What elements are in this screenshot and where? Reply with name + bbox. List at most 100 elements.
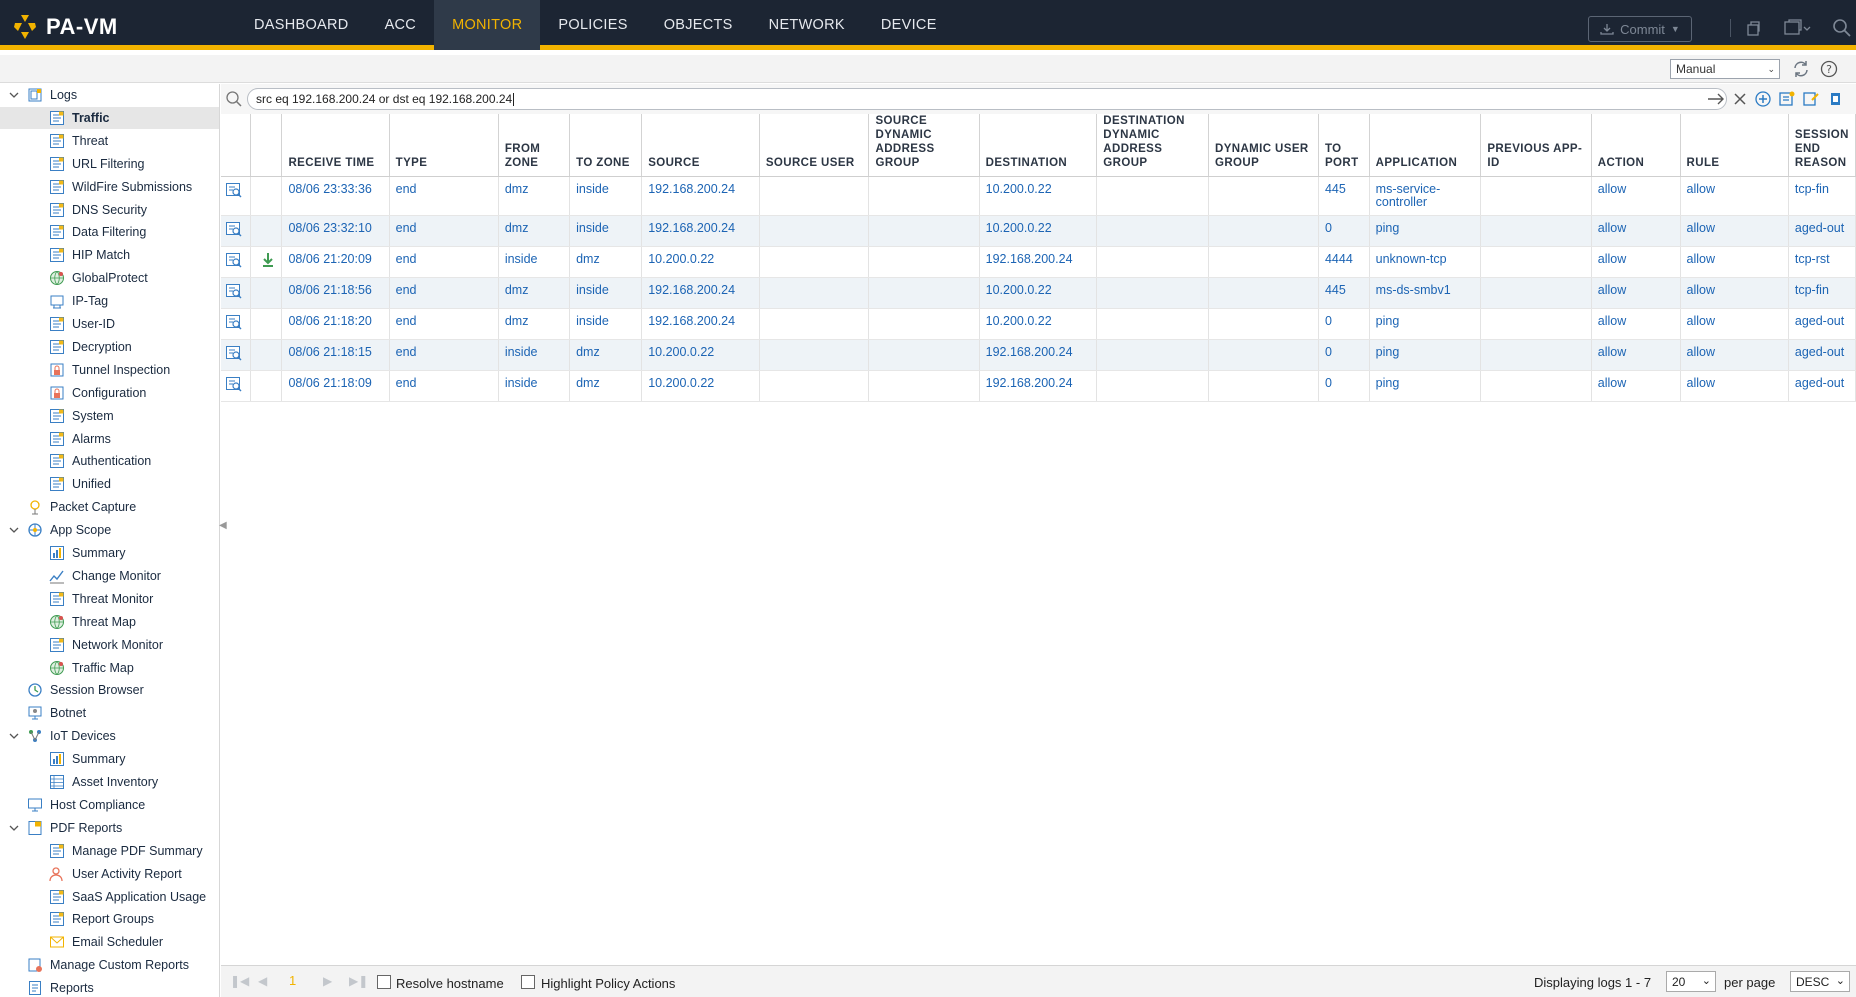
per-page-select[interactable]: 20 ⌄ xyxy=(1666,971,1716,992)
detail-cell[interactable] xyxy=(221,370,251,402)
table-cell[interactable]: 08/06 21:20:09 xyxy=(281,246,390,278)
apply-filter-icon[interactable] xyxy=(1707,90,1725,108)
sidebar-item-data-filtering[interactable]: Data Filtering xyxy=(0,221,219,243)
column-header[interactable]: TO ZONE xyxy=(569,114,643,177)
highlight-policy-checkbox[interactable] xyxy=(521,975,535,989)
table-cell[interactable]: dmz xyxy=(569,246,643,278)
table-cell[interactable]: end xyxy=(389,176,499,216)
detail-cell[interactable] xyxy=(221,176,251,216)
table-cell[interactable]: 10.200.0.22 xyxy=(979,176,1098,216)
table-cell[interactable]: 08/06 21:18:56 xyxy=(281,277,390,309)
sidebar-item-system[interactable]: System xyxy=(0,405,219,427)
table-cell[interactable]: ms-service-controller xyxy=(1369,176,1482,216)
table-cell[interactable]: 192.168.200.24 xyxy=(641,215,760,247)
table-cell[interactable]: allow xyxy=(1680,339,1789,371)
current-page[interactable]: 1 xyxy=(289,973,296,988)
table-cell[interactable]: allow xyxy=(1680,215,1789,247)
table-cell[interactable]: 192.168.200.24 xyxy=(979,246,1098,278)
table-cell[interactable]: dmz xyxy=(498,215,571,247)
load-filter-icon[interactable] xyxy=(1802,90,1820,108)
log-detail-icon[interactable] xyxy=(225,221,243,237)
sidebar-item-dns-security[interactable]: DNS Security xyxy=(0,199,219,221)
nav-network[interactable]: NETWORK xyxy=(751,0,863,50)
log-detail-icon[interactable] xyxy=(225,314,243,330)
column-header[interactable]: DESTINATION DYNAMIC ADDRESS GROUP xyxy=(1096,114,1209,177)
table-cell[interactable]: 10.200.0.22 xyxy=(979,215,1098,247)
column-header[interactable]: RULE xyxy=(1680,114,1789,177)
detail-cell[interactable] xyxy=(221,277,251,309)
table-cell[interactable]: inside xyxy=(498,246,571,278)
prev-page-icon[interactable]: ◀ xyxy=(258,974,267,988)
config-menu-icon[interactable] xyxy=(1783,17,1813,39)
sidebar-item-tunnel-inspection[interactable]: Tunnel Inspection xyxy=(0,359,219,381)
table-row[interactable]: 08/06 21:20:09 end inside dmz 10.200.0.22 192… xyxy=(221,246,1856,278)
table-cell[interactable]: allow xyxy=(1680,176,1789,216)
sidebar-item-traffic-map[interactable]: Traffic Map xyxy=(0,657,219,679)
first-page-icon[interactable]: ❚◀ xyxy=(230,974,249,988)
detail-cell[interactable] xyxy=(221,308,251,340)
sidebar-item-unified[interactable]: Unified xyxy=(0,473,219,495)
table-cell[interactable]: inside xyxy=(569,308,643,340)
table-cell[interactable]: inside xyxy=(498,370,571,402)
sidebar-item-threat-monitor[interactable]: Threat Monitor xyxy=(0,588,219,610)
table-cell[interactable]: 08/06 23:33:36 xyxy=(281,176,390,216)
sidebar-item-summary[interactable]: Summary xyxy=(0,748,219,770)
table-cell[interactable]: end xyxy=(389,370,499,402)
table-cell[interactable]: inside xyxy=(569,176,643,216)
nav-objects[interactable]: OBJECTS xyxy=(646,0,751,50)
column-header[interactable]: SESSION END REASON xyxy=(1788,114,1856,177)
save-filter-icon[interactable] xyxy=(1778,90,1796,108)
detail-cell[interactable] xyxy=(221,339,251,371)
column-header[interactable]: RECEIVE TIME xyxy=(281,114,390,177)
column-header[interactable]: ACTION xyxy=(1591,114,1681,177)
sidebar-item-globalprotect[interactable]: GlobalProtect xyxy=(0,267,219,289)
table-cell[interactable]: allow xyxy=(1591,215,1681,247)
sidebar-item-alarms[interactable]: Alarms xyxy=(0,428,219,450)
refresh-mode-select[interactable]: Manual ⌄ xyxy=(1670,59,1780,79)
column-header[interactable]: FROM ZONE xyxy=(498,114,571,177)
log-detail-icon[interactable] xyxy=(225,283,243,299)
table-cell[interactable]: 10.200.0.22 xyxy=(979,308,1098,340)
chevron-down-icon[interactable] xyxy=(9,731,19,741)
sidebar-item-manage-pdf-summary[interactable]: Manage PDF Summary xyxy=(0,840,219,862)
sidebar-item-host-compliance[interactable]: Host Compliance xyxy=(0,794,219,816)
table-cell[interactable]: 08/06 21:18:15 xyxy=(281,339,390,371)
column-header[interactable]: TYPE xyxy=(389,114,499,177)
log-detail-icon[interactable] xyxy=(225,252,243,268)
sidebar-item-authentication[interactable]: Authentication xyxy=(0,450,219,472)
table-row[interactable]: 08/06 21:18:09 end inside dmz 10.200.0.22 192… xyxy=(221,370,1856,402)
column-header[interactable]: SOURCE USER xyxy=(759,114,870,177)
column-header[interactable]: APPLICATION xyxy=(1369,114,1482,177)
table-row[interactable]: 08/06 23:32:10 end dmz inside 192.168.200.24… xyxy=(221,215,1856,247)
table-cell[interactable]: end xyxy=(389,277,499,309)
chevron-down-icon[interactable] xyxy=(9,90,19,100)
table-cell[interactable]: allow xyxy=(1591,308,1681,340)
log-detail-icon[interactable] xyxy=(225,345,243,361)
refresh-icon[interactable] xyxy=(1792,60,1810,78)
table-cell[interactable]: tcp-fin xyxy=(1788,176,1856,216)
table-row[interactable]: 08/06 23:33:36 end dmz inside 192.168.200.24… xyxy=(221,176,1856,216)
table-cell[interactable]: 445 xyxy=(1318,176,1370,216)
table-cell[interactable]: ms-ds-smbv1 xyxy=(1369,277,1482,309)
table-row[interactable]: 08/06 21:18:20 end dmz inside 192.168.200.24… xyxy=(221,308,1856,340)
table-cell[interactable]: ping xyxy=(1369,339,1482,371)
table-cell[interactable]: allow xyxy=(1591,176,1681,216)
sidebar-item-reports[interactable]: Reports xyxy=(0,977,219,997)
search-icon[interactable] xyxy=(1831,17,1853,39)
sidebar-item-user-activity-report[interactable]: User Activity Report xyxy=(0,863,219,885)
table-cell[interactable]: end xyxy=(389,215,499,247)
table-cell[interactable]: end xyxy=(389,246,499,278)
table-cell[interactable]: 10.200.0.22 xyxy=(641,339,760,371)
sidebar-item-saas-application-usage[interactable]: SaaS Application Usage xyxy=(0,886,219,908)
table-cell[interactable]: aged-out xyxy=(1788,370,1856,402)
sort-order-select[interactable]: DESC ⌄ xyxy=(1790,971,1850,992)
log-detail-icon[interactable] xyxy=(225,182,243,198)
table-row[interactable]: 08/06 21:18:15 end inside dmz 10.200.0.22 192… xyxy=(221,339,1856,371)
nav-dashboard[interactable]: DASHBOARD xyxy=(236,0,367,50)
sidebar-item-configuration[interactable]: Configuration xyxy=(0,382,219,404)
table-row[interactable]: 08/06 21:18:56 end dmz inside 192.168.200.24… xyxy=(221,277,1856,309)
sidebar-item-threat[interactable]: Threat xyxy=(0,130,219,152)
table-cell[interactable]: 08/06 23:32:10 xyxy=(281,215,390,247)
table-cell[interactable]: 0 xyxy=(1318,370,1370,402)
table-cell[interactable]: end xyxy=(389,339,499,371)
